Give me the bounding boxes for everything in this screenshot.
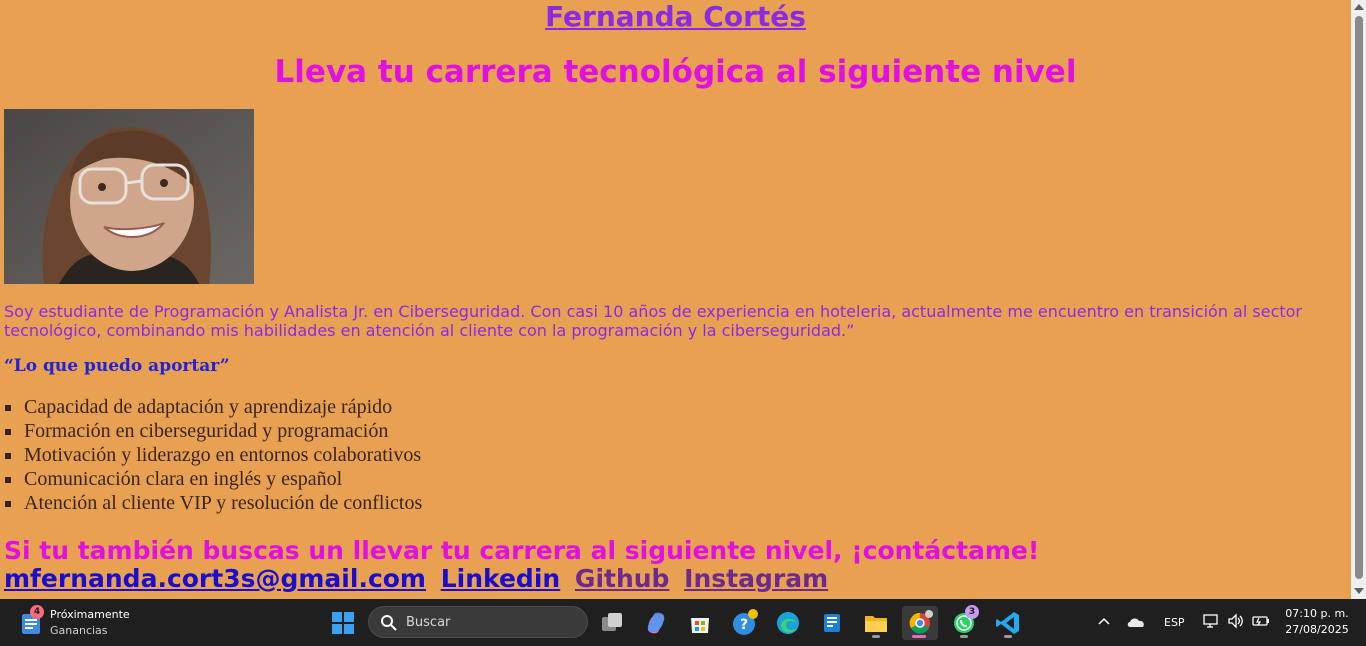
help-button[interactable]: ?	[727, 606, 761, 640]
widget-subtitle: Ganancias	[50, 624, 108, 637]
microsoft-store-button[interactable]	[683, 606, 717, 640]
bio-paragraph: Soy estudiante de Programación y Analist…	[4, 302, 1303, 340]
skill-text: Formación en ciberseguridad y programaci…	[24, 420, 389, 442]
scroll-down-icon[interactable]	[1354, 588, 1364, 594]
help-icon: ?	[733, 609, 758, 635]
chevron-up-icon[interactable]	[1097, 615, 1111, 629]
search-placeholder: Buscar	[406, 615, 451, 630]
search-box[interactable]: Buscar	[368, 606, 588, 638]
running-indicator	[960, 635, 968, 638]
clock[interactable]: 07:10 p. m. 27/08/2025	[1282, 606, 1352, 638]
start-button[interactable]	[326, 606, 360, 640]
search-icon	[381, 615, 397, 631]
microsoft-store-icon	[691, 618, 709, 633]
scroll-up-icon[interactable]	[1354, 4, 1364, 10]
clock-date: 27/08/2025	[1285, 623, 1349, 636]
profile-photo	[4, 109, 254, 284]
copilot-button[interactable]	[639, 606, 673, 640]
edge-icon	[777, 612, 799, 634]
svg-text:?: ?	[740, 617, 748, 633]
language-indicator[interactable]: ESP	[1164, 616, 1185, 629]
bullet-icon	[5, 453, 11, 459]
running-indicator	[872, 635, 880, 638]
list-item: Capacidad de adaptación y aprendizaje rá…	[4, 395, 422, 419]
taskbar: 4 Próximamente Ganancias Buscar ? 3 ESP …	[0, 599, 1366, 646]
app-button[interactable]	[815, 606, 849, 640]
skill-text: Atención al cliente VIP y resolución de …	[24, 492, 423, 514]
whatsapp-badge: 3	[965, 605, 979, 619]
file-explorer-button[interactable]	[859, 606, 893, 640]
widget-text: Próximamente Ganancias	[50, 607, 130, 639]
chrome-button[interactable]	[902, 606, 938, 640]
battery-icon[interactable]	[1251, 613, 1271, 629]
task-view-icon	[602, 613, 622, 631]
list-item: Atención al cliente VIP y resolución de …	[4, 491, 422, 515]
contributions-heading: “Lo que puedo aportar”	[4, 356, 230, 376]
skill-text: Motivación y liderazgo en entornos colab…	[24, 444, 422, 466]
onedrive-icon[interactable]	[1126, 615, 1146, 629]
clock-time: 07:10 p. m.	[1285, 607, 1349, 620]
list-item: Motivación y liderazgo en entornos colab…	[4, 443, 422, 467]
page-title: Fernanda Cortés	[0, 0, 1351, 33]
linkedin-link[interactable]: Linkedin	[441, 564, 560, 593]
widgets-button[interactable]: 4 Próximamente Ganancias	[14, 603, 144, 643]
edge-button[interactable]	[771, 606, 805, 640]
instagram-link[interactable]: Instagram	[684, 564, 828, 593]
skill-text: Comunicación clara en inglés y español	[24, 468, 343, 490]
scrollbar-thumb[interactable]	[1355, 16, 1363, 579]
network-icon[interactable]	[1202, 613, 1220, 629]
email-link[interactable]: mfernanda.cort3s@gmail.com	[4, 564, 426, 593]
list-item: Comunicación clara en inglés y español	[4, 467, 422, 491]
app-icon	[824, 614, 840, 632]
list-item: Formación en ciberseguridad y programaci…	[4, 419, 422, 443]
whatsapp-button[interactable]: 3	[947, 605, 981, 640]
skills-list: Capacidad de adaptación y aprendizaje rá…	[4, 395, 422, 515]
windows-start-icon	[332, 612, 354, 634]
vertical-scrollbar[interactable]	[1351, 0, 1366, 599]
copilot-icon	[647, 612, 665, 634]
contact-cta-heading: Si tu también buscas un llevar tu carrer…	[4, 536, 1040, 565]
name-link[interactable]: Fernanda Cortés	[545, 0, 806, 33]
widget-title: Próximamente	[50, 608, 130, 621]
skill-text: Capacidad de adaptación y aprendizaje rá…	[24, 396, 393, 418]
widget-badge: 4	[30, 605, 44, 619]
vscode-button[interactable]	[991, 606, 1025, 640]
volume-icon[interactable]	[1227, 613, 1245, 629]
bullet-icon	[5, 501, 11, 507]
bullet-icon	[5, 429, 11, 435]
contact-links: mfernanda.cort3s@gmail.com Linkedin Gith…	[4, 564, 834, 593]
active-indicator	[912, 635, 926, 638]
running-indicator	[1004, 635, 1012, 638]
tagline-heading: Lleva tu carrera tecnológica al siguient…	[274, 54, 1077, 90]
bullet-icon	[5, 405, 11, 411]
bullet-icon	[5, 477, 11, 483]
task-view-button[interactable]	[595, 606, 629, 640]
web-page: Fernanda Cortés Lleva tu carrera tecnoló…	[0, 0, 1351, 599]
github-link[interactable]: Github	[575, 564, 670, 593]
